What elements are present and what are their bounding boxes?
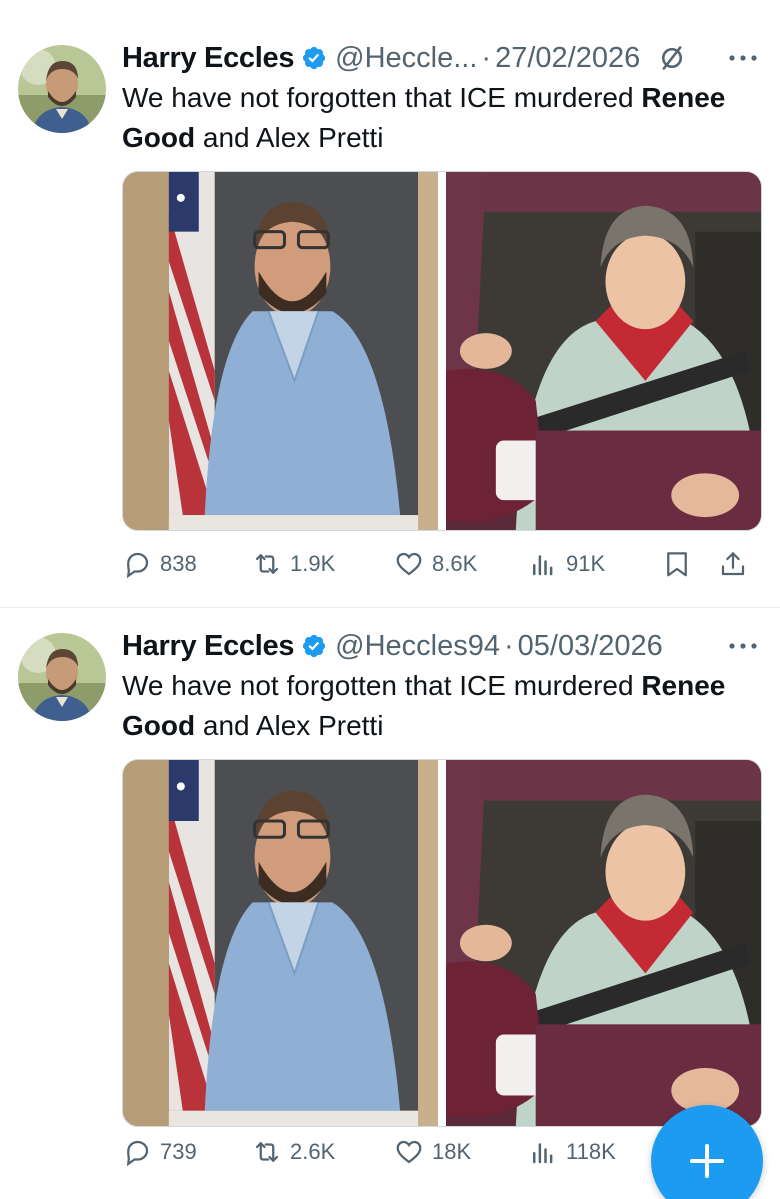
more-dots-icon[interactable]: [726, 48, 760, 68]
tweet-header: Harry Eccles @Heccles94 · 05/03/2026: [122, 626, 760, 666]
tweet-actions: 838 1.9K 8.6K 91K: [122, 542, 762, 586]
tweet-media[interactable]: [122, 759, 762, 1127]
media-photo-woman-in-car[interactable]: [446, 760, 761, 1126]
like-count: 18K: [432, 1139, 472, 1164]
reply-icon: [126, 1140, 149, 1167]
reply-count: 739: [160, 1139, 197, 1164]
tweet-text-part: and Alex Pretti: [195, 122, 384, 153]
reply-count: 838: [160, 551, 197, 576]
views-bar-icon: [533, 555, 553, 576]
tweet-text-part: We have not forgotten that ICE murdered: [122, 82, 642, 113]
like-count: 8.6K: [432, 551, 478, 576]
tweet-date[interactable]: 27/02/2026: [495, 42, 640, 75]
tweet[interactable]: Harry Eccles @Heccles94 · 05/03/2026 We …: [0, 608, 780, 1199]
share-icon: [721, 552, 745, 576]
author-avatar[interactable]: [18, 45, 106, 133]
verified-badge-icon: [303, 634, 326, 658]
heart-icon: [396, 552, 422, 576]
reply-icon: [126, 552, 149, 579]
reply-button[interactable]: 739: [122, 1130, 197, 1174]
like-button[interactable]: 8.6K: [394, 542, 477, 586]
heart-icon: [396, 1140, 422, 1164]
repost-button[interactable]: 1.9K: [252, 542, 335, 586]
media-photo-man-in-scrubs[interactable]: [123, 760, 438, 1126]
views-button[interactable]: 91K: [528, 542, 605, 586]
author-name[interactable]: Harry Eccles: [122, 630, 294, 663]
repost-count: 1.9K: [290, 551, 336, 576]
media-photo-woman-in-car[interactable]: [446, 172, 761, 530]
media-photo-man-in-scrubs[interactable]: [123, 172, 438, 530]
author-handle[interactable]: @Heccles94: [335, 630, 500, 663]
tweet-text: We have not forgotten that ICE murdered …: [122, 666, 766, 746]
tweet-text-part: and Alex Pretti: [195, 710, 384, 741]
repost-count: 2.6K: [290, 1139, 336, 1164]
tweet-media[interactable]: [122, 171, 762, 531]
verified-badge-icon: [303, 46, 326, 70]
tweet-date[interactable]: 05/03/2026: [518, 630, 663, 663]
more-dots-icon[interactable]: [726, 636, 760, 656]
edited-slash-icon: [662, 46, 683, 70]
plus-icon: [690, 1144, 724, 1178]
tweet-text: We have not forgotten that ICE murdered …: [122, 78, 766, 158]
views-button[interactable]: 118K: [528, 1130, 616, 1174]
repost-icon: [255, 554, 279, 574]
share-button[interactable]: [718, 542, 748, 586]
tweet-text-part: We have not forgotten that ICE murdered: [122, 670, 642, 701]
author-name[interactable]: Harry Eccles: [122, 42, 294, 75]
repost-button[interactable]: 2.6K: [252, 1130, 335, 1174]
separator-dot: ·: [481, 41, 492, 74]
bookmark-button[interactable]: [662, 542, 692, 586]
like-button[interactable]: 18K: [394, 1130, 471, 1174]
author-avatar[interactable]: [18, 633, 106, 721]
tweet-header: Harry Eccles @Heccle... · 27/02/2026: [122, 38, 760, 78]
author-handle[interactable]: @Heccle...: [335, 42, 477, 75]
views-bar-icon: [533, 1143, 553, 1164]
views-count: 91K: [566, 551, 606, 576]
views-count: 118K: [566, 1139, 616, 1164]
reply-button[interactable]: 838: [122, 542, 197, 586]
separator-dot: ·: [504, 629, 514, 662]
tweet[interactable]: Harry Eccles @Heccle... · 27/02/2026 We …: [0, 0, 780, 608]
repost-icon: [255, 1142, 279, 1162]
bookmark-icon: [667, 552, 687, 577]
